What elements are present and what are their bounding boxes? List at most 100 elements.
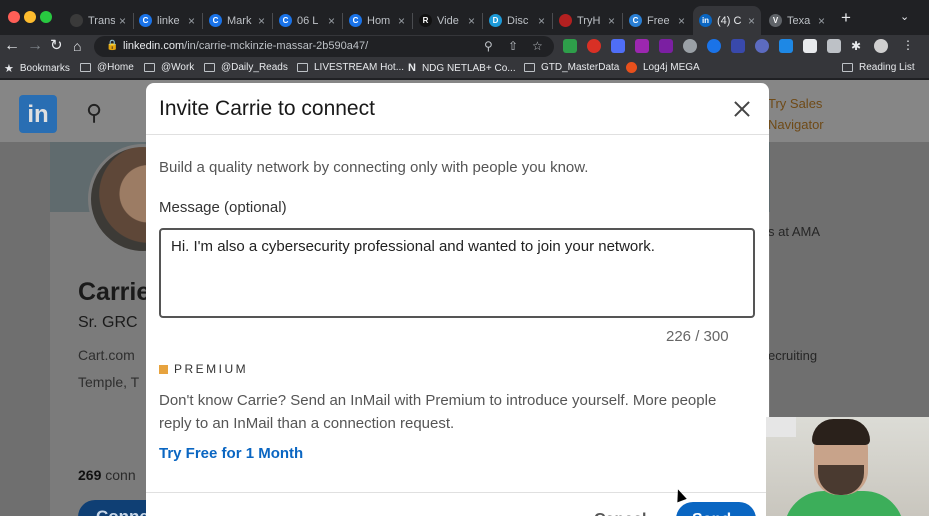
browser-tab[interactable]: C 06 L × xyxy=(273,6,341,35)
browser-tab[interactable]: D Disc × xyxy=(483,6,551,35)
tab-title: 06 L xyxy=(297,14,319,27)
tab-favicon-icon: C xyxy=(349,14,362,27)
extension-icon[interactable] xyxy=(611,39,625,53)
close-tab-icon[interactable]: × xyxy=(818,14,825,28)
premium-label: PREMIUM xyxy=(159,362,248,376)
bookmark-item[interactable]: LIVESTREAM Hot... xyxy=(297,62,404,73)
zoom-icon[interactable]: ⚲ xyxy=(484,39,493,53)
search-icon[interactable]: ⚲ xyxy=(86,100,102,126)
tab-title: Mark xyxy=(227,14,252,27)
reading-list-icon xyxy=(842,63,853,72)
close-tab-icon[interactable]: × xyxy=(398,14,405,28)
browser-tab[interactable]: Trans × xyxy=(64,6,132,35)
tab-search-chevron-icon[interactable]: ⌄ xyxy=(900,10,909,23)
bookmark-item[interactable]: ★ Bookmarks xyxy=(4,62,70,75)
extension-icon[interactable] xyxy=(635,39,649,53)
tab-title: TryH xyxy=(577,14,601,27)
extension-icon[interactable] xyxy=(779,39,793,53)
browser-tab[interactable]: C Free × xyxy=(623,6,691,35)
reload-icon[interactable]: ↻ xyxy=(50,37,63,55)
bookmark-item[interactable]: Log4j MEGA xyxy=(626,62,700,73)
bookmark-item[interactable]: GTD_MasterData xyxy=(524,62,619,73)
cancel-button[interactable]: Cancel xyxy=(584,505,670,516)
folder-icon xyxy=(297,63,308,72)
try-free-link[interactable]: Try Free for 1 Month xyxy=(159,445,303,462)
extension-icon[interactable] xyxy=(827,39,841,53)
browser-tab[interactable]: V Texa × xyxy=(763,6,831,35)
close-tab-icon[interactable]: × xyxy=(748,14,755,28)
close-tab-icon[interactable]: × xyxy=(678,14,685,28)
extension-icon[interactable] xyxy=(587,39,601,53)
sales-navigator-label: Navigator xyxy=(768,117,824,132)
browser-tab-strip: Trans × Clinke × C Mark × C 06 L × C Hom × R Vide × D Dis… xyxy=(0,0,929,35)
minimize-window-button[interactable] xyxy=(24,11,36,23)
close-tab-icon[interactable]: × xyxy=(608,14,615,28)
bookmark-label: Reading List xyxy=(859,62,915,73)
avatar[interactable] xyxy=(874,39,888,53)
extension-icon[interactable] xyxy=(755,39,769,53)
browser-tab[interactable]: Clinke × xyxy=(133,6,201,35)
bookmark-item[interactable]: @Home xyxy=(80,62,134,73)
url-text: linkedin.com/in/carrie-mckinzie-massar-2… xyxy=(123,40,369,52)
message-textarea[interactable]: Hi. I'm also a cybersecurity professiona… xyxy=(159,228,755,318)
forward-icon[interactable]: → xyxy=(27,37,43,55)
sales-navigator-label: Try Sales xyxy=(768,96,823,111)
connections-count: 269 xyxy=(78,467,102,483)
invite-modal: Invite Carrie to connect Build a quality… xyxy=(146,83,769,516)
browser-tab[interactable]: in (4) C × xyxy=(693,6,761,35)
tab-favicon-icon: C xyxy=(629,14,642,27)
tab-title: Hom xyxy=(367,14,391,27)
profile-headline: Sr. GRC xyxy=(78,314,138,331)
maximize-window-button[interactable] xyxy=(40,11,52,23)
bookmark-label: LIVESTREAM Hot... xyxy=(314,62,405,73)
extension-icon[interactable] xyxy=(803,39,817,53)
bookmark-item[interactable]: N NDG NETLAB+ Co... xyxy=(408,62,516,74)
flag-decoration xyxy=(766,417,796,437)
extension-icon[interactable] xyxy=(707,39,721,53)
send-button[interactable]: Send xyxy=(676,502,756,516)
bookmark-item[interactable]: @Work xyxy=(144,62,194,73)
browser-tab[interactable]: R Vide × xyxy=(413,6,481,35)
extension-icon[interactable] xyxy=(731,39,745,53)
reading-list-button[interactable]: Reading List xyxy=(842,62,915,73)
home-icon[interactable]: ⌂ xyxy=(73,37,81,55)
puzzle-icon[interactable]: ✱ xyxy=(851,39,861,53)
address-bar[interactable]: 🔒 linkedin.com/in/carrie-mckinzie-massar… xyxy=(94,36,554,57)
close-tab-icon[interactable]: × xyxy=(188,14,195,28)
profile-location: Temple, T xyxy=(78,374,140,390)
profile-connections[interactable]: 269 conn xyxy=(78,467,136,483)
tab-title: Disc xyxy=(507,14,529,27)
connections-label: conn xyxy=(101,467,136,483)
modal-header: Invite Carrie to connect xyxy=(146,83,769,135)
bookmark-star-icon[interactable]: ☆ xyxy=(532,39,543,53)
linkedin-logo[interactable]: in xyxy=(19,95,57,133)
bookmark-label: @Home xyxy=(97,62,134,73)
browser-toolbar: ← → ↻ ⌂ 🔒 linkedin.com/in/carrie-mckinzi… xyxy=(0,35,929,59)
kebab-menu-icon[interactable]: ⋮ xyxy=(902,38,914,52)
close-tab-icon[interactable]: × xyxy=(258,14,265,28)
browser-tab[interactable]: C Hom × xyxy=(343,6,411,35)
close-tab-icon[interactable]: × xyxy=(468,14,475,28)
folder-icon xyxy=(524,63,535,72)
webcam-overlay xyxy=(766,417,929,516)
lock-icon: 🔒 xyxy=(106,40,119,51)
extension-icon[interactable] xyxy=(563,39,577,53)
tab-favicon-icon xyxy=(70,14,83,27)
back-icon[interactable]: ← xyxy=(4,37,20,55)
extension-icon[interactable] xyxy=(659,39,673,53)
modal-intro: Build a quality network by connecting on… xyxy=(159,159,589,176)
bookmark-item[interactable]: @Daily_Reads xyxy=(204,62,288,73)
close-tab-icon[interactable]: × xyxy=(328,14,335,28)
share-icon[interactable]: ⇧ xyxy=(508,39,518,53)
extension-icon[interactable] xyxy=(683,39,697,53)
close-window-button[interactable] xyxy=(8,11,20,23)
close-tab-icon[interactable]: × xyxy=(538,14,545,28)
browser-tab[interactable]: TryH × xyxy=(553,6,621,35)
close-icon[interactable] xyxy=(730,97,754,121)
plus-icon[interactable]: + xyxy=(841,8,851,28)
profile-name: Carrie xyxy=(78,278,151,306)
browser-tab[interactable]: C Mark × xyxy=(203,6,271,35)
sales-navigator-link[interactable]: Try Sales Navigator xyxy=(768,93,824,135)
tab-title: (4) C xyxy=(717,14,742,27)
close-tab-icon[interactable]: × xyxy=(119,14,126,28)
